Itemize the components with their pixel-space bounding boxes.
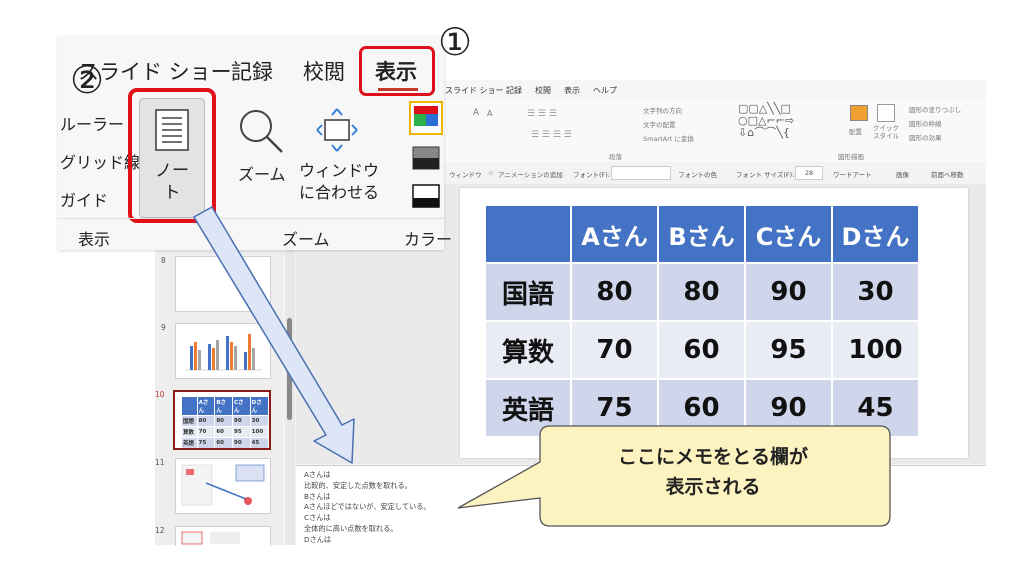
tab-record[interactable]: 記録	[231, 56, 273, 86]
color-group-label: カラー	[404, 230, 453, 249]
score-cell: 60	[659, 322, 744, 378]
quick-style-button[interactable]: クイック スタイル	[873, 124, 899, 140]
bg-tab-view[interactable]: 表示	[564, 85, 580, 96]
step-marker-2: ②	[70, 58, 105, 102]
score-cell: 95	[746, 322, 831, 378]
arrange-icon	[850, 105, 868, 121]
subject-cell: 算数	[486, 322, 570, 378]
score-cell: 70	[572, 322, 657, 378]
tab-review[interactable]: 校閲	[303, 56, 345, 86]
bring-forward-button[interactable]: 前面へ移動	[931, 169, 964, 179]
slide-thumbnail-12[interactable]	[175, 526, 271, 546]
callout-line-1: ここにメモをとる欄が	[617, 446, 808, 468]
text-direction-button[interactable]: 文字列の方向	[643, 105, 682, 115]
bg-tab-record[interactable]: 記録	[506, 85, 522, 96]
shape-fill-button[interactable]: 図形の塗りつぶし	[909, 104, 961, 114]
bg-tab-help[interactable]: ヘルプ	[593, 85, 617, 96]
bg-tab-slideshow[interactable]: スライド ショー	[445, 85, 504, 96]
align-icons[interactable]: ☰ ☰ ☰ ☰	[531, 130, 572, 140]
fit-window-icon	[316, 108, 358, 152]
slide-number: 9	[161, 323, 166, 332]
score-cell: 80	[572, 264, 657, 320]
list-bullets-icon[interactable]: ☰ ☰ ☰	[527, 109, 557, 119]
black-white-icon	[412, 184, 440, 208]
bg-ribbon-tabs: スライド ショー 記録 校閲 表示 ヘルプ	[443, 80, 986, 100]
table-row: 国語 80 80 90 30	[486, 264, 918, 320]
show-group-label: 表示	[78, 230, 111, 249]
table-header-cell: Cさん	[746, 206, 831, 262]
arrange-button[interactable]: 配置	[849, 126, 862, 136]
font-select[interactable]	[611, 166, 671, 180]
zoom-button[interactable]: ズーム	[238, 161, 286, 185]
smartart-button[interactable]: SmartArt に変換	[643, 133, 694, 143]
font-grow-button[interactable]: A	[473, 108, 479, 118]
bg-toolbar: ウィンドウ ☆ アニメーションの追加 フォント(F): フォントの色 フォント …	[443, 162, 986, 185]
font-size-label: フォント サイズ(F):	[736, 171, 795, 179]
shape-effect-button[interactable]: 図形の効果	[909, 132, 942, 142]
highlight-box-view-tab	[359, 46, 435, 96]
fit-window-button[interactable]: ウィンドウ に合わせる	[298, 160, 380, 204]
slide-number: 12	[155, 526, 165, 535]
highlight-box-notes-button	[128, 88, 216, 223]
color-swatch-icon	[409, 101, 443, 135]
callout-text: ここにメモをとる欄が 表示される	[548, 442, 878, 502]
shapes-gallery-icon[interactable]: ▢▢△╲╲□ ○□△⌐⌐⇨ ⇩⌂⌒⌒╲{	[738, 103, 794, 139]
wordart-button[interactable]: ワードアート	[833, 169, 872, 179]
score-cell: 30	[833, 264, 918, 320]
picture-button[interactable]: 画像	[896, 169, 909, 179]
subject-cell: 国語	[486, 264, 570, 320]
slide-number: 8	[161, 256, 166, 265]
add-animation-button[interactable]: アニメーションの追加	[498, 169, 563, 179]
score-cell: 90	[746, 264, 831, 320]
quick-style-icon	[877, 104, 895, 122]
bg-tab-review[interactable]: 校閲	[535, 85, 551, 96]
step-marker-1: ①	[438, 20, 473, 64]
window-button[interactable]: ウィンドウ	[449, 169, 482, 179]
shape-outline-button[interactable]: 図形の枠線	[909, 118, 942, 128]
score-cell: 80	[659, 264, 744, 320]
grayscale-icon	[412, 146, 440, 170]
table-header-cell: Dさん	[833, 206, 918, 262]
callout-line-2: 表示される	[665, 476, 761, 498]
bg-ribbon: A A ☰ ☰ ☰ ☰ ☰ ☰ ☰ 文字列の方向 文字の配置 SmartArt …	[443, 100, 986, 163]
table-row: 算数 70 60 95 100	[486, 322, 918, 378]
text-align-button[interactable]: 文字の配置	[643, 119, 676, 129]
font-size-input[interactable]: 28	[795, 166, 823, 180]
table-header-cell: Aさん	[572, 206, 657, 262]
slide-number: 11	[155, 458, 165, 467]
star-icon: ☆	[488, 169, 494, 177]
slide-number: 10	[155, 390, 165, 399]
font-shrink-button[interactable]: A	[487, 109, 492, 118]
score-table: Aさん Bさん Cさん Dさん 国語 80 80 90 30 算数 70 60 …	[484, 204, 920, 438]
guides-checkbox[interactable]: ガイド	[60, 187, 108, 211]
notes-text[interactable]: Aさんは 比較的、安定した点数を取れる。 Bさんは Aさんほどではないが、安定し…	[304, 470, 431, 546]
drawing-group-label: 図形描画	[838, 153, 864, 161]
magnifier-icon	[240, 110, 283, 153]
ruler-checkbox[interactable]: ルーラー	[60, 111, 124, 135]
table-header-cell: Bさん	[659, 206, 744, 262]
screenshot-thumb-icon	[181, 531, 240, 545]
font-label: フォント(F):	[573, 171, 611, 179]
score-cell: 100	[833, 322, 918, 378]
pointer-arrow	[193, 206, 355, 464]
table-header-cell	[486, 206, 570, 262]
paragraph-group-label: 段落	[609, 153, 622, 161]
font-color-button[interactable]: フォントの色	[678, 169, 717, 179]
